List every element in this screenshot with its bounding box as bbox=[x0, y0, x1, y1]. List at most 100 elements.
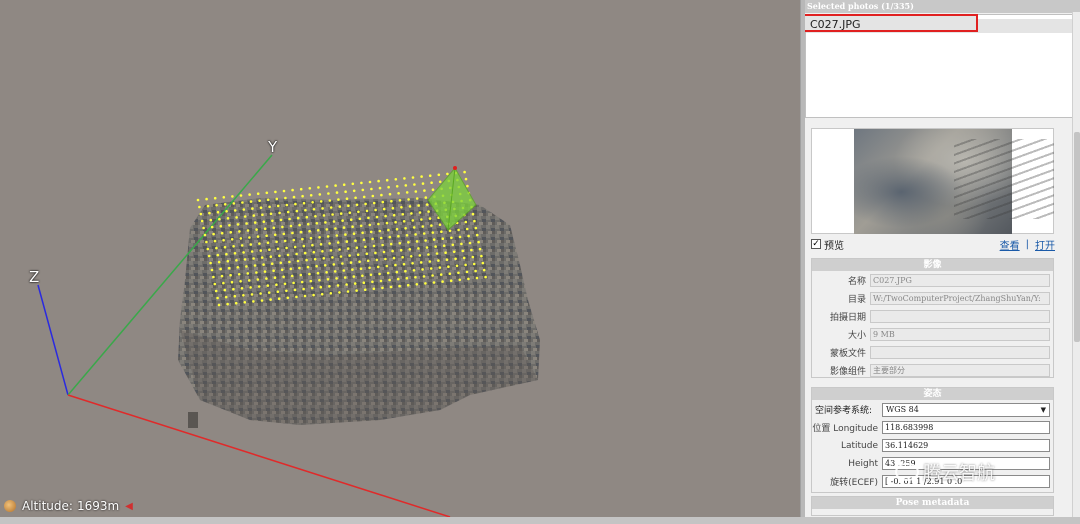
point-cloud-scene[interactable] bbox=[0, 0, 800, 517]
axis-label-y: Y bbox=[268, 138, 278, 156]
field-label: 大小 bbox=[847, 331, 866, 341]
tie-point bbox=[242, 294, 245, 297]
compass-icon[interactable]: ◀ bbox=[125, 501, 133, 512]
tie-point bbox=[258, 199, 261, 202]
tie-point bbox=[309, 194, 313, 197]
tie-point bbox=[298, 266, 301, 270]
tie-point bbox=[252, 300, 255, 303]
tie-point bbox=[310, 286, 314, 290]
tie-point bbox=[325, 271, 328, 274]
tie-point bbox=[223, 203, 227, 206]
tie-point bbox=[450, 236, 453, 240]
tie-point bbox=[414, 233, 417, 236]
tie-point bbox=[318, 278, 321, 282]
tie-point bbox=[256, 235, 260, 238]
tie-point bbox=[388, 235, 392, 239]
tie-point bbox=[369, 230, 373, 234]
tie-point bbox=[405, 234, 409, 237]
globe-icon bbox=[4, 500, 16, 512]
scrollbar-thumb[interactable] bbox=[1074, 132, 1080, 342]
tie-point bbox=[299, 230, 303, 234]
tie-point bbox=[246, 272, 250, 275]
tie-point bbox=[277, 297, 281, 301]
open-link[interactable]: 打开 bbox=[1035, 237, 1055, 252]
tie-point bbox=[313, 257, 317, 261]
tie-point bbox=[291, 231, 294, 235]
tie-point bbox=[404, 184, 408, 187]
tie-point bbox=[282, 189, 286, 193]
tie-point bbox=[357, 210, 360, 214]
tie-point bbox=[435, 252, 439, 255]
selected-photos-list[interactable]: C027.JPG bbox=[805, 14, 1073, 118]
tie-point bbox=[312, 250, 316, 254]
tie-point bbox=[250, 293, 254, 296]
tie-point bbox=[274, 190, 277, 194]
pose-metadata-section[interactable]: Pose metadata bbox=[811, 496, 1054, 516]
tie-point bbox=[245, 222, 248, 225]
tie-point bbox=[475, 276, 479, 280]
view-link[interactable]: 查看 bbox=[1000, 237, 1020, 252]
tie-point bbox=[223, 245, 227, 249]
preview-checkbox[interactable]: ✓ bbox=[811, 239, 821, 249]
tie-point bbox=[419, 261, 423, 264]
tie-point bbox=[308, 272, 311, 276]
tie-point bbox=[266, 241, 270, 244]
panel-scrollbar[interactable] bbox=[1072, 12, 1080, 524]
latitude-field[interactable]: 36.114629 bbox=[882, 439, 1050, 452]
tie-point bbox=[438, 266, 442, 269]
tie-point bbox=[405, 276, 409, 280]
tie-point bbox=[398, 284, 401, 288]
tie-point bbox=[434, 245, 437, 248]
field-label: Height bbox=[848, 458, 878, 469]
tie-point bbox=[243, 258, 247, 261]
tie-point bbox=[338, 248, 341, 251]
tie-point bbox=[239, 280, 242, 283]
tie-point bbox=[368, 180, 372, 184]
srs-select[interactable]: WGS 84 ▼ bbox=[882, 402, 1050, 417]
tie-point bbox=[408, 248, 412, 251]
tie-point bbox=[319, 243, 323, 246]
tie-point bbox=[301, 237, 304, 241]
tie-point bbox=[394, 220, 397, 224]
tie-point bbox=[445, 258, 449, 262]
field-label: 目录 bbox=[847, 295, 866, 305]
tie-point bbox=[316, 229, 320, 232]
tie-point bbox=[311, 243, 314, 247]
tie-point bbox=[412, 269, 416, 272]
tie-point bbox=[273, 276, 277, 280]
tie-point bbox=[474, 269, 477, 273]
tie-point bbox=[392, 256, 396, 260]
tie-point bbox=[245, 265, 248, 268]
tie-point bbox=[332, 220, 336, 223]
tie-point bbox=[414, 190, 418, 193]
longitude-field[interactable]: 118.683998 bbox=[882, 421, 1050, 434]
field-row-latitude: Latitude 36.114629 bbox=[812, 437, 1053, 454]
tie-point bbox=[411, 176, 415, 179]
tie-point bbox=[232, 245, 235, 248]
tie-point bbox=[320, 292, 324, 296]
tie-point bbox=[438, 180, 442, 184]
camera-center[interactable] bbox=[453, 166, 457, 170]
tie-point bbox=[317, 186, 320, 189]
tie-point bbox=[402, 220, 406, 223]
size-field: 9 MB bbox=[870, 328, 1050, 341]
tie-point bbox=[405, 191, 409, 194]
list-item[interactable]: C027.JPG bbox=[805, 14, 978, 32]
3d-viewport[interactable]: Y Z Altitude: 1693m ◀ bbox=[0, 0, 800, 517]
tie-point bbox=[290, 274, 294, 278]
tie-point bbox=[382, 207, 386, 211]
tie-point bbox=[227, 266, 231, 270]
tie-point bbox=[271, 219, 274, 223]
tie-point bbox=[279, 261, 283, 265]
tie-point bbox=[338, 291, 341, 294]
tie-point bbox=[278, 211, 281, 215]
tie-point bbox=[421, 182, 425, 185]
tie-point bbox=[457, 228, 460, 232]
tie-point bbox=[284, 196, 287, 200]
tie-point bbox=[334, 227, 337, 230]
field-label: 位置 Longitude bbox=[812, 424, 878, 434]
tie-point bbox=[202, 226, 205, 230]
tie-point bbox=[399, 248, 403, 252]
tie-point bbox=[484, 275, 487, 279]
tie-point bbox=[265, 191, 269, 195]
